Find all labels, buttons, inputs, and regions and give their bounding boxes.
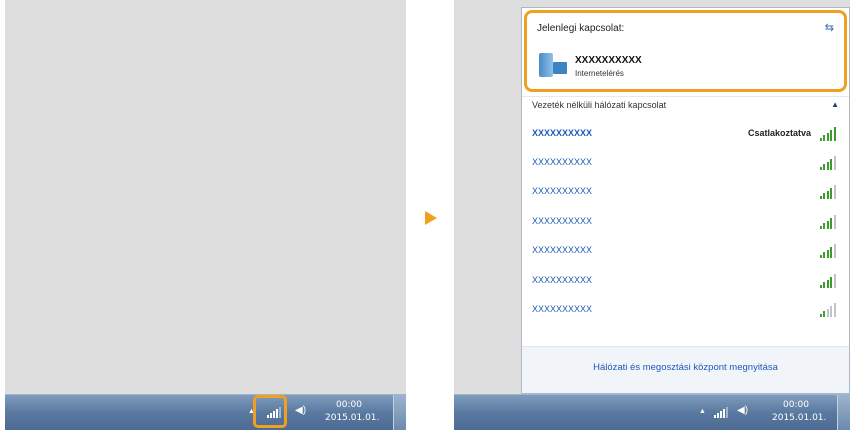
current-connection-panel: Jelenlegi kapcsolat: ⇆ XXXXXXXXXX Intern… xyxy=(524,10,847,92)
wifi-signal-strength-icon xyxy=(820,215,837,229)
clock-date: 2015.01.01. xyxy=(772,413,827,423)
clock-time: 00:00 xyxy=(783,400,809,410)
open-network-center-link[interactable]: Hálózati és megosztási központ megnyitás… xyxy=(522,362,849,373)
wifi-signal-strength-icon xyxy=(820,156,837,170)
wireless-network-tray-icon[interactable] xyxy=(714,407,730,418)
wifi-network-name: XXXXXXXXXX xyxy=(532,275,593,285)
wifi-network-name: XXXXXXXXXX xyxy=(532,157,593,167)
wifi-network-name: XXXXXXXXXX xyxy=(532,128,593,138)
show-desktop-button[interactable] xyxy=(837,395,850,430)
current-connection-title: Jelenlegi kapcsolat: xyxy=(537,23,625,34)
wifi-network-name: XXXXXXXXXX xyxy=(532,186,593,196)
speaker-icon[interactable]: ◀) xyxy=(737,405,748,416)
wifi-network-row[interactable]: XXXXXXXXXX xyxy=(532,153,837,175)
wifi-signal-strength-icon xyxy=(820,274,837,288)
wifi-network-name: XXXXXXXXXX xyxy=(532,245,593,255)
show-desktop-button[interactable] xyxy=(393,395,406,430)
refresh-icon[interactable]: ⇆ xyxy=(825,21,834,34)
taskbar-before: ▲ ◀) 00:00 2015.01.01. xyxy=(5,394,406,430)
wifi-network-name: XXXXXXXXXX xyxy=(532,304,593,314)
wifi-network-row[interactable]: XXXXXXXXXX Csatlakoztatva xyxy=(532,124,837,146)
wifi-network-row[interactable]: XXXXXXXXXX xyxy=(532,182,837,204)
divider xyxy=(522,96,849,97)
wifi-network-row[interactable]: XXXXXXXXXX xyxy=(532,241,837,263)
wifi-signal-strength-icon xyxy=(820,303,837,317)
clock-time: 00:00 xyxy=(336,400,362,410)
show-hidden-icons-arrow-icon[interactable]: ▲ xyxy=(699,408,706,415)
wifi-connection-status: Csatlakoztatva xyxy=(747,128,811,138)
network-popup: Jelenlegi kapcsolat: ⇆ XXXXXXXXXX Intern… xyxy=(521,7,850,394)
tray-icon-highlight xyxy=(253,395,287,428)
popup-footer: Hálózati és megosztási központ megnyitás… xyxy=(522,346,849,393)
wireless-section-title: Vezeték nélküli hálózati kapcsolat xyxy=(532,100,667,110)
desktop-before xyxy=(5,0,406,394)
wifi-network-row[interactable]: XXXXXXXXXX xyxy=(532,212,837,234)
taskbar-after: ▲ ◀) 00:00 2015.01.01. xyxy=(454,394,850,430)
speaker-icon[interactable]: ◀) xyxy=(295,405,306,416)
collapse-chevron-icon[interactable]: ▲ xyxy=(831,100,839,109)
wifi-network-row[interactable]: XXXXXXXXXX xyxy=(532,300,837,322)
network-computer-icon xyxy=(539,53,569,79)
wifi-network-row[interactable]: XXXXXXXXXX xyxy=(532,271,837,293)
current-network-name: XXXXXXXXXX xyxy=(575,55,642,66)
wifi-signal-strength-icon xyxy=(820,185,837,199)
wifi-signal-strength-icon xyxy=(820,127,837,141)
current-network-status: Internetelérés xyxy=(575,69,624,78)
step-arrow-icon xyxy=(425,211,437,225)
taskbar-clock[interactable]: 00:00 2015.01.01. xyxy=(772,399,827,425)
clock-date: 2015.01.01. xyxy=(325,413,380,423)
taskbar-clock[interactable]: 00:00 2015.01.01. xyxy=(325,399,380,425)
wifi-network-name: XXXXXXXXXX xyxy=(532,216,593,226)
wifi-signal-strength-icon xyxy=(820,244,837,258)
